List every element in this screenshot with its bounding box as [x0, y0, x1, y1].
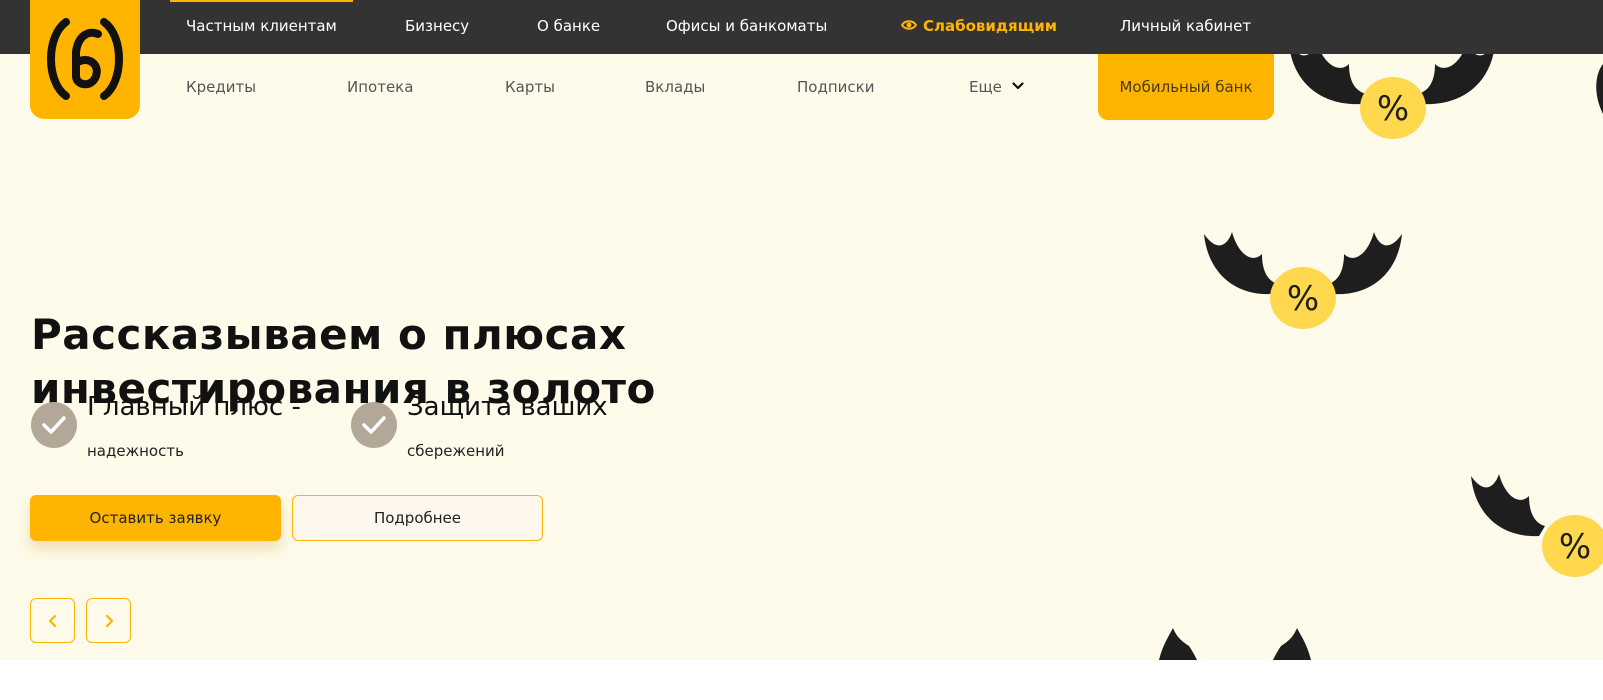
- wing-fragment: [1596, 64, 1603, 114]
- top-nav-visually-impaired[interactable]: Слабовидящим: [901, 0, 1057, 54]
- top-navigation: Частным клиентам Бизнесу О банке Офисы и…: [0, 0, 1603, 54]
- top-nav-visually-impaired-label: Слабовидящим: [923, 17, 1057, 35]
- submit-application-button[interactable]: Оставить заявку: [30, 495, 281, 541]
- flying-coin-illustration: %: [1290, 54, 1494, 139]
- sub-nav-deposits[interactable]: Вклады: [645, 54, 705, 118]
- check-icon: [351, 402, 397, 448]
- percent-text: %: [1377, 89, 1409, 129]
- chevron-down-icon: [1012, 82, 1024, 90]
- top-nav-business[interactable]: Бизнесу: [405, 0, 469, 54]
- sub-nav-more-label: Еще: [969, 78, 1002, 96]
- mobile-bank-button[interactable]: Мобильный банк: [1098, 54, 1274, 120]
- percent-text: %: [1559, 527, 1591, 567]
- check-icon: [31, 402, 77, 448]
- flying-coin-illustration: %: [1204, 232, 1402, 329]
- eye-icon: [901, 20, 917, 30]
- sub-nav-subscriptions[interactable]: Подписки: [797, 54, 874, 118]
- sub-nav-cards[interactable]: Карты: [505, 54, 555, 118]
- feature-title: Главный плюс -: [87, 392, 301, 422]
- bank-logo[interactable]: [30, 0, 140, 119]
- chevron-left-icon: [48, 614, 57, 628]
- top-nav-personal-account[interactable]: Личный кабинет: [1120, 0, 1251, 54]
- wing-fragment: [1159, 628, 1311, 660]
- feature-subtitle: сбережений: [407, 442, 505, 460]
- chevron-right-icon: [105, 614, 114, 628]
- feature-subtitle: надежность: [87, 442, 184, 460]
- top-nav-private-clients[interactable]: Частным клиентам: [170, 0, 353, 54]
- sub-nav-mortgage[interactable]: Ипотека: [347, 54, 413, 118]
- sub-nav-credits[interactable]: Кредиты: [186, 54, 256, 118]
- more-details-button[interactable]: Подробнее: [292, 495, 543, 541]
- slider-prev-button[interactable]: [30, 598, 75, 643]
- top-nav-offices-atms[interactable]: Офисы и банкоматы: [666, 0, 827, 54]
- sub-nav-more[interactable]: Еще: [969, 54, 1024, 118]
- hero-banner: % % % Рассказываем о плюсах инвестирован…: [0, 54, 1603, 660]
- flying-coin-illustration: %: [1471, 474, 1603, 577]
- top-nav-about-bank[interactable]: О банке: [537, 0, 600, 54]
- slider-next-button[interactable]: [86, 598, 131, 643]
- feature-title: Защита ваших: [407, 392, 608, 422]
- percent-text: %: [1287, 279, 1319, 319]
- hero-title-line-1: Рассказываем о плюсах: [31, 310, 627, 359]
- bank-logo-icon: [47, 18, 123, 100]
